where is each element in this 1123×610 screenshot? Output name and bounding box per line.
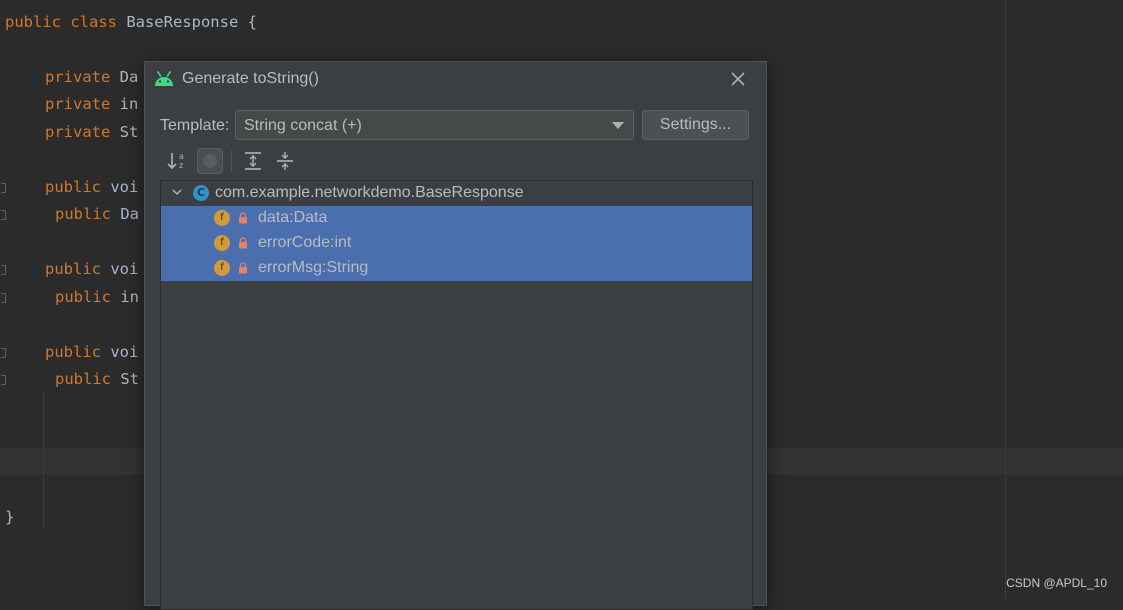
code-line: public St [55,369,139,389]
code-line: private Da [45,67,138,87]
fold-marker[interactable] [1,183,6,193]
code-line: public class BaseResponse { [5,12,257,32]
code-text: } [5,508,15,526]
lock-icon [239,237,247,249]
template-value: String concat (+) [244,117,362,134]
field-label: errorMsg:String [258,259,369,276]
indent-guide [43,392,44,530]
close-icon[interactable] [729,70,747,88]
circle-icon [203,154,217,168]
class-icon: C [193,185,209,201]
field-icon: f [214,235,230,251]
fold-marker[interactable] [1,375,6,385]
member-tree[interactable]: C com.example.networkdemo.BaseResponse f… [160,180,753,610]
show-inherited-toggle[interactable] [197,148,223,174]
code-text: voi [101,260,139,278]
code-text: Da [110,68,139,86]
dialog-titlebar[interactable]: Generate toString() [145,62,766,98]
toolbar-separator [231,150,232,172]
fold-marker[interactable] [1,348,6,358]
keyword: public [45,260,101,278]
svg-text:a: a [179,152,184,161]
chevron-down-icon [612,122,624,129]
field-row[interactable]: f errorCode:int [161,231,752,256]
keyword: public [55,288,111,306]
code-line: public voi [45,342,138,362]
android-icon [155,71,173,86]
keyword: public [45,343,101,361]
svg-text:z: z [179,161,183,170]
generate-tostring-dialog: Generate toString() Template: String con… [144,61,767,610]
fold-marker[interactable] [1,265,6,275]
keyword: public [45,178,101,196]
field-row[interactable]: f data:Data [161,206,752,231]
fold-marker[interactable] [1,210,6,220]
field-icon: f [214,210,230,226]
lock-icon [239,212,247,224]
expand-all-icon[interactable] [240,148,266,174]
code-text: BaseResponse { [116,13,257,31]
code-text: voi [101,343,139,361]
settings-button[interactable]: Settings... [642,110,749,140]
code-line: public in [55,287,139,307]
code-text: St [110,123,139,141]
watermark: CSDN @APDL_10 [1006,576,1107,590]
template-dropdown[interactable]: String concat (+) [235,110,634,140]
keyword: private [45,123,111,141]
class-name: com.example.networkdemo.BaseResponse [215,184,524,201]
field-row[interactable]: f errorMsg:String [161,256,752,281]
code-line: } [5,507,14,527]
keyword: public class [5,13,117,31]
field-icon: f [214,260,230,276]
code-line: public voi [45,259,138,279]
template-label: Template: [160,117,230,134]
code-text: St [111,370,139,388]
field-label: data:Data [258,209,328,226]
tree-root-class[interactable]: C com.example.networkdemo.BaseResponse [161,181,752,206]
code-line: public voi [45,177,138,197]
lock-icon [239,262,247,274]
keyword: public [55,370,111,388]
sort-alphabetically-icon[interactable]: a z [165,148,191,174]
code-text: in [111,288,139,306]
code-line: public Da [55,204,139,224]
keyword: public [55,205,111,223]
code-text: in [110,95,139,113]
code-line: private in [45,94,138,114]
code-line: private St [45,122,138,142]
collapse-all-icon[interactable] [272,148,298,174]
keyword: private [45,68,111,86]
code-text: Da [111,205,139,223]
field-label: errorCode:int [258,234,352,251]
dialog-title: Generate toString() [182,70,319,87]
right-margin-guide [1005,0,1006,600]
fold-marker[interactable] [1,293,6,303]
keyword: private [45,95,111,113]
code-text: voi [101,178,139,196]
chevron-down-icon[interactable] [171,186,183,198]
